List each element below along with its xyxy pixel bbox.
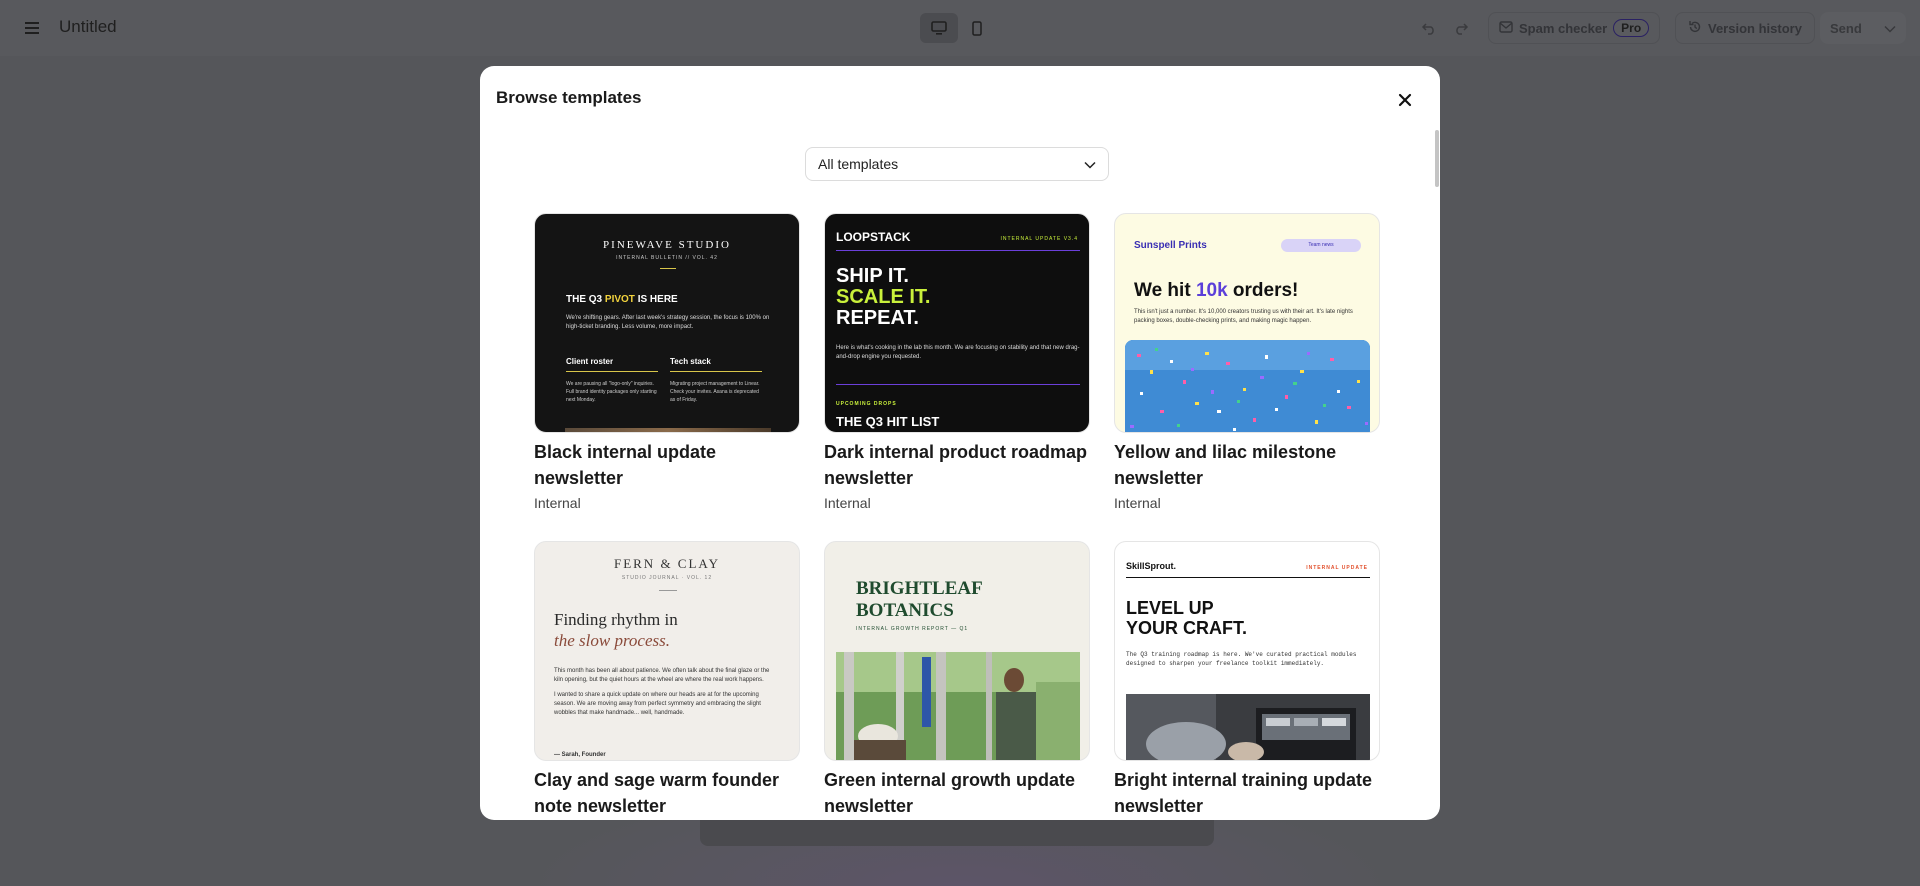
preview-heading: THE Q3 PIVOT IS HERE [566, 294, 678, 305]
template-category: Internal [824, 495, 871, 511]
version-history-label: Version history [1708, 20, 1802, 36]
template-preview[interactable]: SkillSprout. INTERNAL UPDATE LEVEL UP YO… [1114, 541, 1380, 761]
history-icon [1688, 20, 1702, 37]
preview-section-heading: THE Q3 HIT LIST [836, 414, 940, 429]
preview-brand: Sunspell Prints [1134, 240, 1207, 251]
filter-selected-value: All templates [818, 156, 899, 172]
divider [670, 371, 762, 372]
template-category: Internal [1114, 495, 1161, 511]
laptop-image [1126, 694, 1370, 760]
template-title[interactable]: Clay and sage warm founder note newslett… [534, 767, 804, 819]
preview-brand: LOOPSTACK [836, 230, 911, 244]
preview-image [1126, 694, 1370, 760]
preview-image [565, 428, 771, 432]
preview-paragraph: This isn't just a number. It's 10,000 cr… [1134, 309, 1353, 324]
spam-checker-button[interactable]: Spam checker Pro [1488, 12, 1661, 44]
template-preview[interactable]: BRIGHTLEAF BOTANICS INTERNAL GROWTH REPO… [824, 541, 1090, 761]
template-preview[interactable]: FERN & CLAY STUDIO JOURNAL · VOL. 12 Fin… [534, 541, 800, 761]
template-preview[interactable]: PINEWAVE STUDIO INTERNAL BULLETIN // VOL… [534, 213, 800, 433]
template-title[interactable]: Black internal update newsletter [534, 439, 804, 491]
preview-paragraph: The Q3 training roadmap is here. We've c… [1126, 651, 1357, 667]
preview-brand: PINEWAVE STUDIO [603, 239, 731, 251]
template-filter-select[interactable]: All templates [805, 147, 1109, 181]
browse-templates-modal: Browse templates All templates PINEWAVE … [480, 66, 1440, 820]
chevron-down-icon [1084, 156, 1096, 172]
preview-tag: INTERNAL UPDATE [1306, 565, 1368, 571]
divider [1126, 577, 1370, 578]
preview-column-heading: Tech stack [670, 357, 711, 366]
preview-brand: FERN & CLAY [613, 556, 721, 571]
preview-paragraph: This month has been all about patience. … [554, 668, 770, 716]
scrollbar-thumb[interactable] [1435, 130, 1439, 187]
preview-column-text: Migrating project management to Linear. … [670, 381, 760, 403]
spam-icon [1499, 20, 1513, 36]
preview-image [836, 652, 1080, 760]
desktop-icon[interactable] [920, 13, 958, 43]
preview-tag: INTERNAL UPDATE V3.4 [1000, 236, 1078, 242]
preview-brand: SkillSprout. [1126, 561, 1177, 571]
preview-subtitle: STUDIO JOURNAL · VOL. 12 [621, 575, 713, 581]
document-title[interactable]: Untitled [59, 17, 117, 37]
template-category: Internal [534, 495, 581, 511]
preview-signature: — Sarah, Founder [554, 752, 606, 758]
pro-badge: Pro [1613, 19, 1650, 37]
preview-paragraph: We're shifting gears. After last week's … [566, 315, 770, 330]
template-preview[interactable]: Sunspell Prints Team news We hit 10k ord… [1114, 213, 1380, 433]
preview-section-label: UPCOMING DROPS [836, 401, 897, 407]
preview-heading: We hit 10k orders! [1134, 280, 1299, 301]
preview-heading: Finding rhythm in the slow process. [554, 610, 678, 650]
scrollbar[interactable] [1433, 126, 1440, 820]
template-title[interactable]: Yellow and lilac milestone newsletter [1114, 439, 1384, 491]
divider [836, 250, 1080, 251]
top-toolbar: Untitled Spam checker Pro Version histor… [0, 0, 1920, 56]
confetti-image [1125, 340, 1370, 432]
divider [566, 371, 658, 372]
undo-icon[interactable] [1417, 16, 1441, 40]
preview-heading: SHIP IT. SCALE IT. REPEAT. [836, 265, 931, 329]
greenhouse-image [836, 652, 1080, 760]
preview-column-heading: Client roster [566, 357, 614, 366]
preview-heading: LEVEL UP YOUR CRAFT. [1126, 598, 1247, 638]
send-button[interactable]: Send [1820, 12, 1906, 44]
preview-brand: BRIGHTLEAF BOTANICS [856, 578, 983, 621]
preview-paragraph: Here is what's cooking in the lab this m… [836, 345, 1080, 360]
menu-icon[interactable] [20, 16, 44, 40]
divider [660, 268, 676, 269]
preview-subtitle: INTERNAL GROWTH REPORT — Q1 [856, 626, 969, 632]
redo-icon[interactable] [1449, 16, 1473, 40]
device-toggle [920, 13, 1000, 43]
divider [659, 590, 677, 591]
preview-column-text: We are pausing all "logo-only" inquiries… [566, 381, 657, 403]
mobile-icon[interactable] [958, 13, 996, 43]
spam-checker-label: Spam checker [1519, 20, 1608, 36]
preview-image [1125, 340, 1370, 432]
preview-subtitle: INTERNAL BULLETIN // VOL. 42 [616, 255, 718, 261]
template-title[interactable]: Dark internal product roadmap newsletter [824, 439, 1094, 491]
template-preview[interactable]: LOOPSTACK INTERNAL UPDATE V3.4 SHIP IT. … [824, 213, 1090, 433]
send-label: Send [1830, 20, 1862, 36]
preview-pill: Team news [1281, 239, 1361, 252]
template-title[interactable]: Green internal growth update newsletter [824, 767, 1094, 819]
modal-title: Browse templates [496, 88, 642, 107]
chevron-down-icon[interactable] [1884, 21, 1896, 36]
template-title[interactable]: Bright internal training update newslett… [1114, 767, 1384, 819]
divider [836, 384, 1080, 385]
close-icon[interactable] [1392, 87, 1418, 113]
version-history-button[interactable]: Version history [1675, 12, 1815, 44]
